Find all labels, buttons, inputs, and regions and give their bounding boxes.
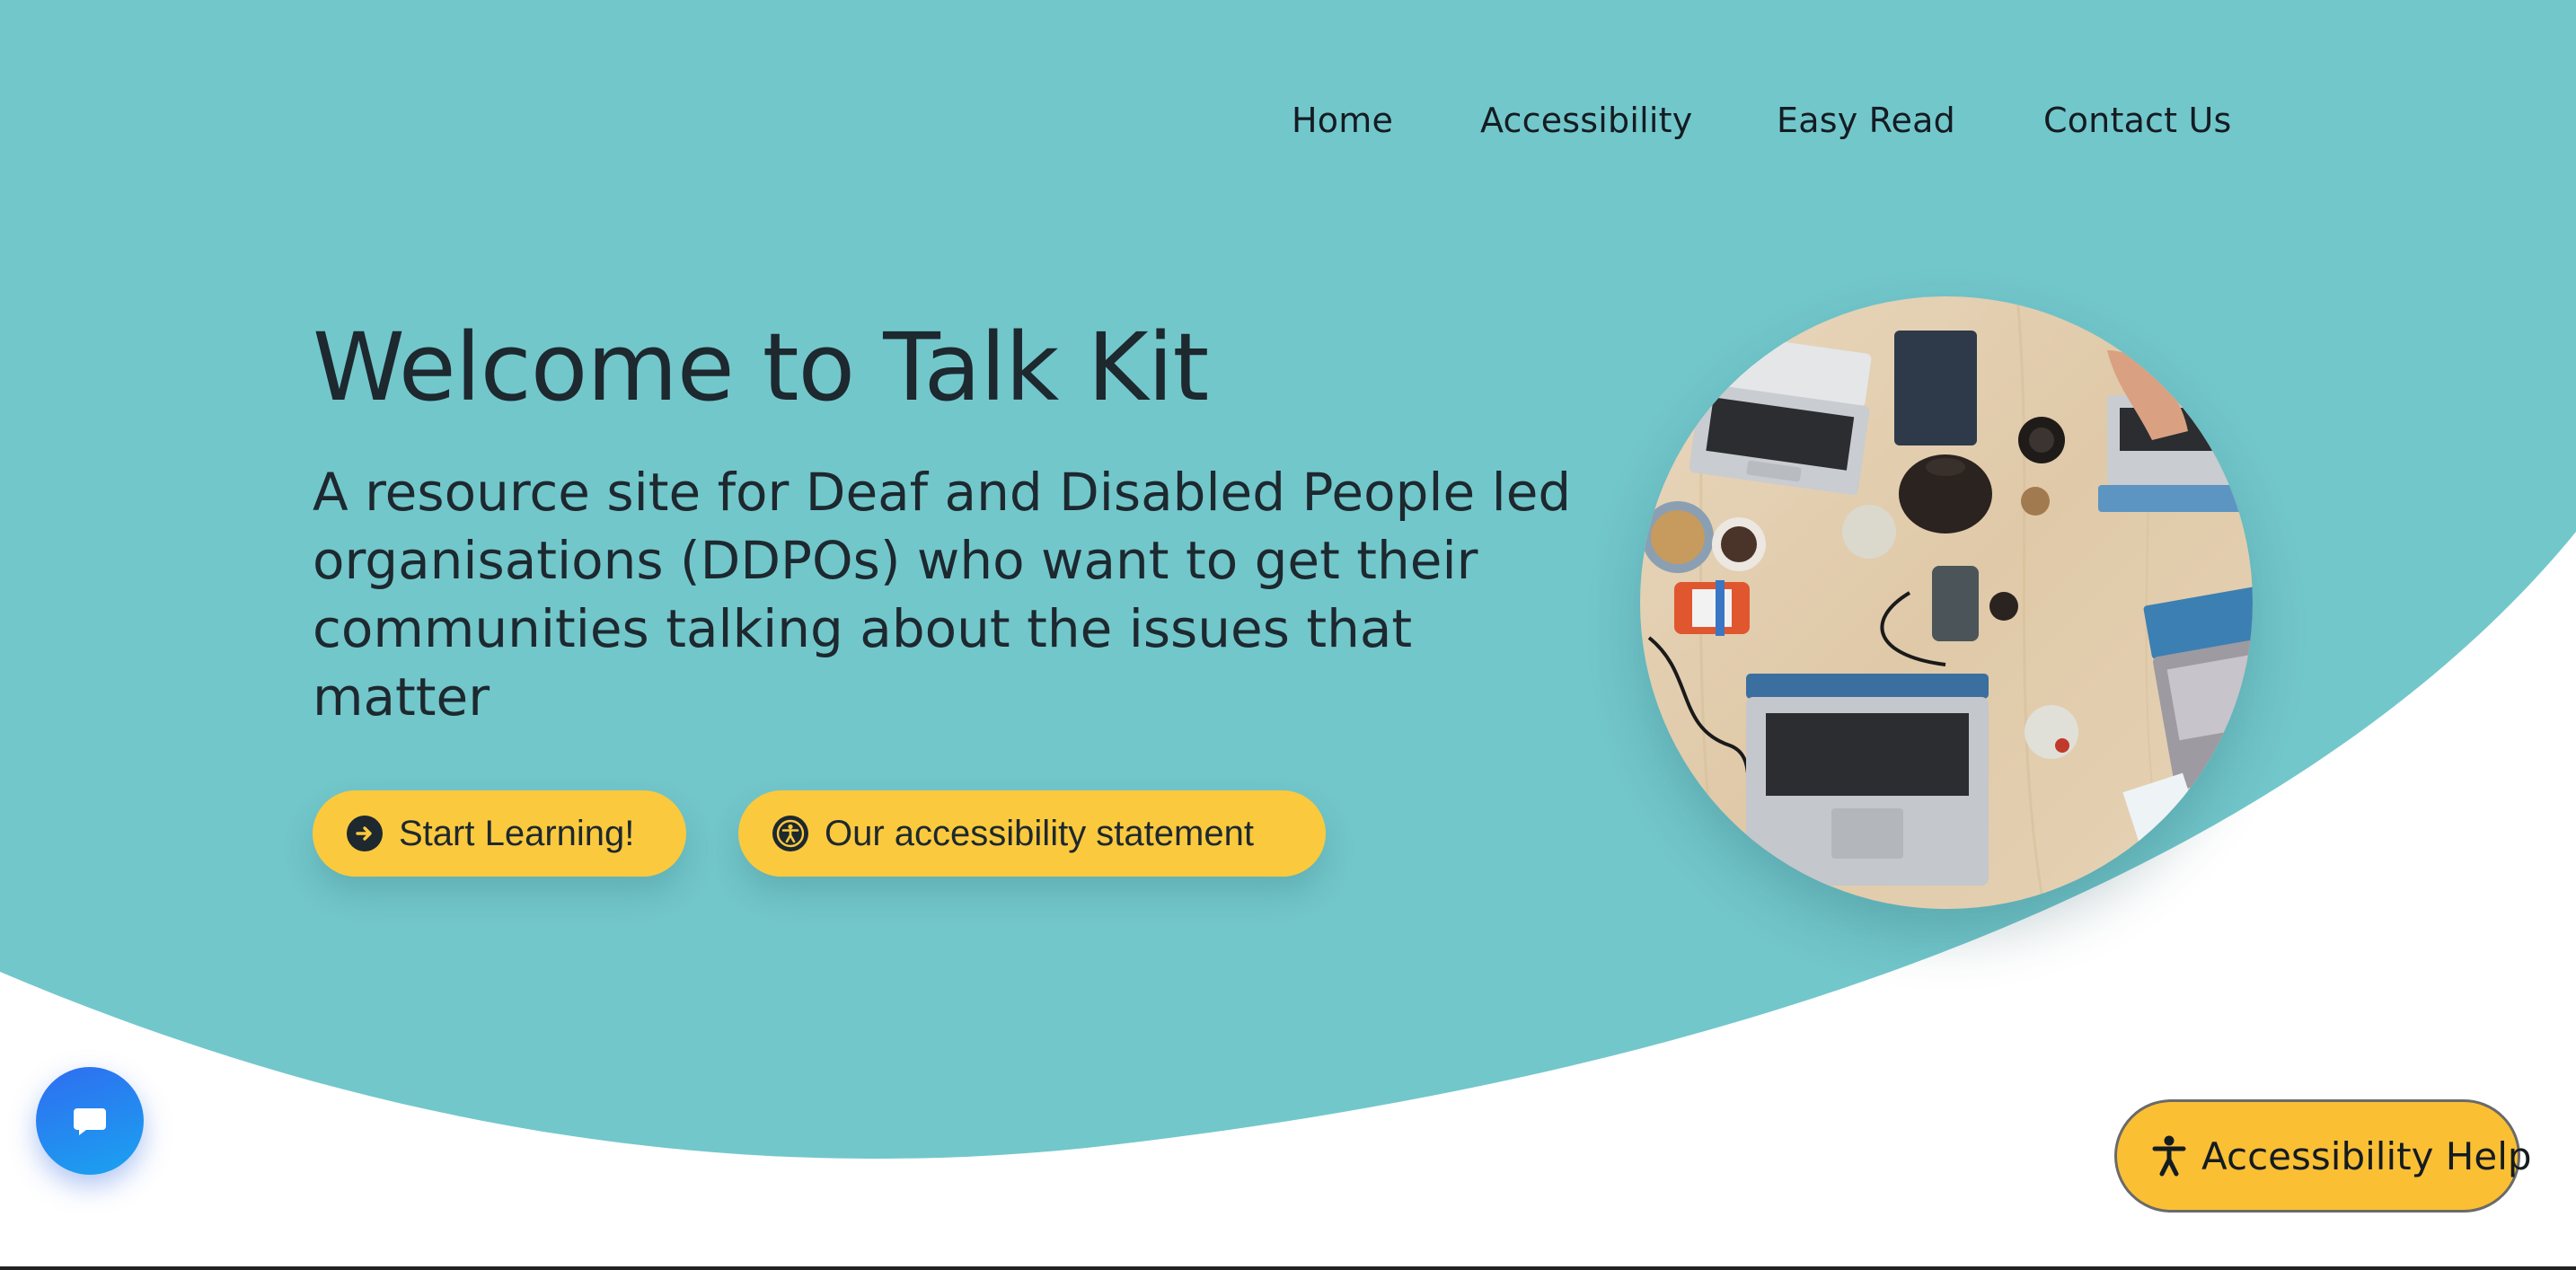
hero-subtitle: A resource site for Deaf and Disabled Pe… [313, 462, 1572, 728]
arrow-right-circle-icon [347, 816, 383, 851]
laptops-on-table-photo [1640, 296, 2253, 909]
nav-home-link[interactable]: Home [1292, 101, 1393, 140]
accessibility-statement-button[interactable]: Our accessibility statement [738, 790, 1326, 877]
hero-title: Welcome to Talk Kit [313, 313, 1209, 422]
start-learning-label: Start Learning! [399, 813, 635, 853]
nav-contact-us-link[interactable]: Contact Us [2043, 101, 2232, 140]
chat-bubble-icon [74, 1108, 106, 1135]
accessibility-help-button[interactable]: Accessibility Help [2114, 1099, 2532, 1213]
page: Home Accessibility Easy Read Contact Us … [0, 0, 2576, 1270]
universal-access-icon [772, 816, 808, 851]
accessibility-statement-label: Our accessibility statement [825, 813, 1254, 853]
nav-easy-read-link[interactable]: Easy Read [1777, 101, 1955, 140]
person-accessibility-icon [2151, 1133, 2187, 1178]
bottom-border [0, 1266, 2576, 1270]
start-learning-button[interactable]: Start Learning! [313, 790, 686, 877]
accessibility-help-label: Accessibility Help [2201, 1133, 2532, 1178]
chat-launcher-button[interactable] [36, 1067, 144, 1175]
nav-accessibility-link[interactable]: Accessibility [1480, 101, 1692, 140]
